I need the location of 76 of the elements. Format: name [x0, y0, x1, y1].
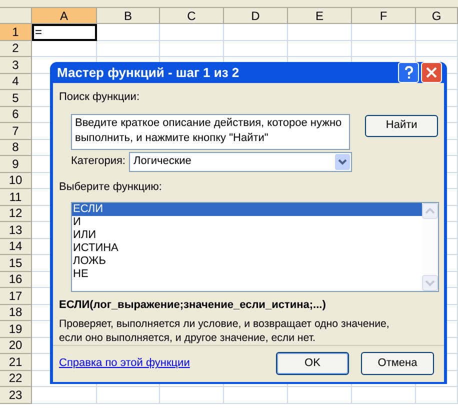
grid-cell[interactable] [224, 40, 288, 57]
row-header[interactable]: 7 [0, 123, 32, 140]
select-all-corner[interactable] [0, 8, 32, 24]
grid-cell[interactable] [288, 40, 352, 57]
function-description: Проверяет, выполняется ли условие, и возвращает одно значение, если оно выполняется, и другое значение, если нет. [59, 316, 390, 344]
row-header[interactable]: 2 [0, 40, 32, 57]
search-field[interactable]: Введите краткое описание действия, которое нужно выполнить, и нажмите кнопку "Найти" [71, 114, 350, 150]
grid-cell[interactable] [352, 387, 416, 404]
function-item[interactable]: ИЛИ [72, 229, 422, 242]
row-header[interactable]: 18 [0, 304, 32, 321]
grid-cell[interactable] [416, 40, 458, 57]
row-header[interactable]: 9 [0, 156, 32, 172]
column-header[interactable]: A [32, 8, 97, 24]
function-signature: ЕСЛИ(лог_выражение;значение_если_истина;...) [59, 298, 327, 313]
row-header[interactable]: 6 [0, 106, 32, 123]
active-cell[interactable]: = [32, 24, 97, 40]
grid-cell[interactable] [97, 387, 160, 404]
column-header[interactable]: F [352, 8, 416, 24]
column-header[interactable]: C [160, 8, 224, 24]
function-item[interactable]: ЕСЛИ [72, 203, 422, 216]
question-mark-icon [404, 66, 414, 79]
row-header[interactable]: 16 [0, 272, 32, 288]
function-item[interactable]: ИСТИНА [72, 242, 422, 255]
grid-cell[interactable] [160, 387, 224, 404]
grid-cell[interactable] [160, 24, 224, 40]
cancel-button[interactable]: Отмена [361, 352, 434, 375]
grid-cell[interactable] [288, 387, 352, 404]
grid-cell[interactable] [160, 40, 224, 57]
row-header[interactable]: 22 [0, 370, 32, 387]
list-label: Выберите функцию: [59, 180, 163, 194]
row-header[interactable]: 17 [0, 288, 32, 304]
ok-button[interactable]: OK [276, 352, 349, 375]
column-header[interactable]: E [288, 8, 352, 24]
row-header[interactable]: 5 [0, 90, 32, 106]
grid-cell[interactable] [288, 24, 352, 40]
column-header[interactable]: D [224, 8, 288, 24]
dialog-title: Мастер функций - шаг 1 из 2 [57, 64, 240, 82]
row-header[interactable]: 23 [0, 387, 32, 404]
row-header[interactable]: 14 [0, 238, 32, 255]
row-header[interactable]: 1 [0, 24, 32, 40]
row-header[interactable]: 11 [0, 189, 32, 206]
function-item[interactable]: И [72, 216, 422, 229]
grid-cell[interactable] [416, 24, 458, 40]
dropdown-chevron-icon [335, 154, 350, 170]
search-label: Поиск функции: [59, 90, 140, 105]
row-header[interactable]: 4 [0, 74, 32, 90]
column-header[interactable]: B [97, 8, 160, 24]
close-button[interactable] [421, 62, 442, 83]
help-button[interactable] [398, 62, 419, 83]
grid-cell[interactable] [352, 24, 416, 40]
row-header[interactable]: 20 [0, 338, 32, 354]
grid-cell[interactable] [97, 40, 160, 57]
row-header[interactable]: 12 [0, 206, 32, 222]
row-header[interactable]: 3 [0, 57, 32, 74]
row-header[interactable]: 19 [0, 321, 32, 338]
grid-cell[interactable] [224, 387, 288, 404]
grid-cell[interactable] [224, 24, 288, 40]
column-header[interactable]: G [416, 8, 458, 24]
row-header[interactable]: 8 [0, 140, 32, 156]
help-link[interactable]: Справка по этой функции [59, 355, 190, 372]
function-item[interactable]: НЕ [72, 268, 422, 281]
grid-cell[interactable] [97, 24, 160, 40]
category-label: Категория: [71, 154, 126, 170]
category-dropdown[interactable]: Логические [129, 152, 352, 172]
grid-cell[interactable] [32, 387, 97, 404]
row-header[interactable]: 10 [0, 172, 32, 189]
find-button[interactable]: Найти [365, 114, 438, 136]
row-header[interactable]: 15 [0, 255, 32, 272]
close-icon [426, 67, 437, 78]
grid-cell[interactable] [32, 40, 97, 57]
grid-cell[interactable] [416, 387, 458, 404]
scrollbar[interactable] [422, 203, 438, 291]
function-item[interactable]: ЛОЖЬ [72, 255, 422, 268]
row-header[interactable]: 21 [0, 354, 32, 370]
grid-cell[interactable] [352, 40, 416, 57]
row-header[interactable]: 13 [0, 222, 32, 238]
